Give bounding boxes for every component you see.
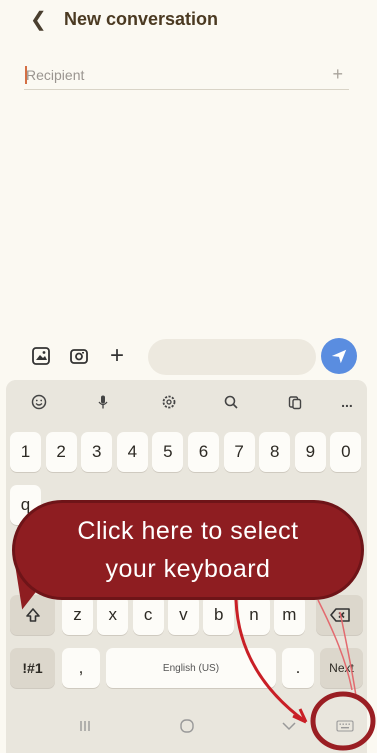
key-3[interactable]: 3: [81, 432, 113, 472]
key-n[interactable]: n: [238, 595, 270, 635]
recent-apps-icon[interactable]: [70, 712, 100, 740]
home-icon[interactable]: [172, 712, 202, 740]
message-input[interactable]: [148, 339, 316, 375]
key-0[interactable]: 0: [330, 432, 362, 472]
symbols-key[interactable]: !#1: [10, 648, 55, 688]
gallery-icon[interactable]: [30, 345, 52, 367]
callout-line-1: Click here to select: [77, 517, 299, 545]
keyboard-select-icon[interactable]: [330, 712, 360, 740]
key-m[interactable]: m: [273, 595, 305, 635]
key-v[interactable]: v: [167, 595, 199, 635]
settings-icon[interactable]: [158, 391, 180, 413]
text-cursor: [25, 66, 27, 84]
more-icon[interactable]: ...: [336, 391, 358, 413]
keyboard-toolbar: ...: [6, 380, 367, 424]
search-icon[interactable]: [220, 391, 242, 413]
attach-plus-icon[interactable]: +: [106, 342, 128, 369]
microphone-icon[interactable]: [92, 391, 114, 413]
send-icon: [331, 349, 347, 364]
camera-icon[interactable]: [68, 345, 90, 367]
callout-text: Click here to select your keyboard: [12, 500, 364, 600]
key-z[interactable]: z: [62, 595, 93, 635]
callout-line-2: your keyboard: [105, 555, 271, 583]
key-6[interactable]: 6: [188, 432, 219, 472]
backspace-key[interactable]: [316, 595, 363, 635]
key-9[interactable]: 9: [294, 432, 326, 472]
send-button[interactable]: [321, 338, 357, 374]
backspace-icon: [329, 608, 350, 622]
key-x[interactable]: x: [97, 595, 129, 635]
back-down-icon[interactable]: [274, 712, 304, 740]
recipient-field-container: +: [24, 62, 349, 90]
system-nav-bar: [0, 700, 377, 753]
app-header: ❮ New conversation: [0, 0, 377, 40]
comma-key[interactable]: ,: [62, 648, 100, 688]
space-key[interactable]: English (US): [106, 648, 276, 688]
key-2[interactable]: 2: [45, 432, 77, 472]
compose-bar: +: [0, 335, 377, 379]
key-b[interactable]: b: [203, 595, 235, 635]
key-8[interactable]: 8: [259, 432, 291, 472]
page-title: New conversation: [64, 9, 219, 29]
key-1[interactable]: 1: [10, 432, 41, 472]
period-key[interactable]: .: [282, 648, 314, 688]
clipboard-icon[interactable]: [284, 391, 306, 413]
recipient-input[interactable]: [24, 62, 304, 88]
next-key[interactable]: Next: [320, 648, 363, 688]
key-c[interactable]: c: [132, 595, 164, 635]
key-4[interactable]: 4: [116, 432, 148, 472]
key-7[interactable]: 7: [223, 432, 255, 472]
emoji-icon[interactable]: [28, 391, 50, 413]
key-5[interactable]: 5: [152, 432, 184, 472]
add-recipient-icon[interactable]: +: [332, 64, 343, 85]
back-icon[interactable]: ❮: [30, 7, 47, 32]
